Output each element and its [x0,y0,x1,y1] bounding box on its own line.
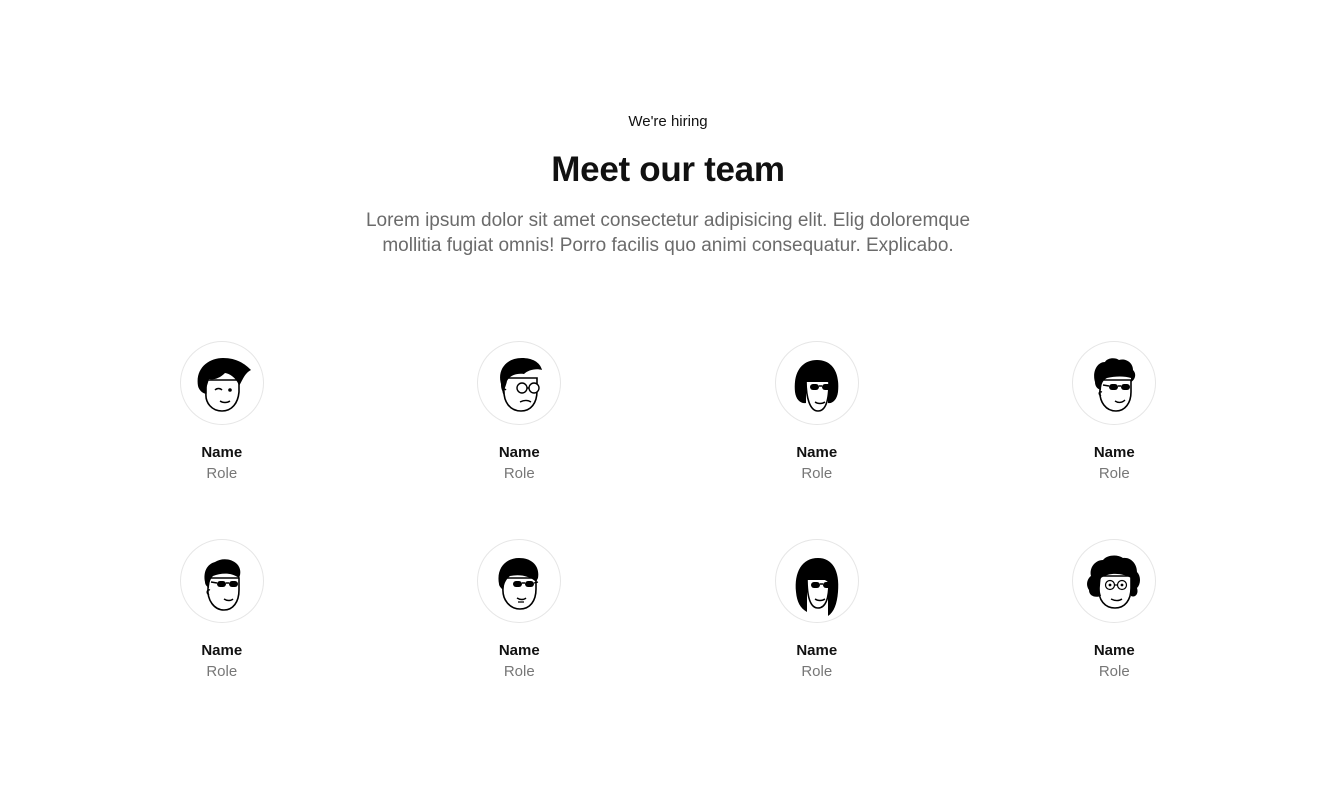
member-name: Name [201,444,243,461]
member-name: Name [498,642,540,659]
member-role: Role [503,465,535,482]
team-member: Name Role [371,539,669,737]
member-role: Role [801,465,833,482]
team-member: Name Role [966,341,1264,539]
team-member: Name Role [668,341,966,539]
member-role: Role [206,465,238,482]
team-member: Name Role [371,341,669,539]
avatar [477,539,562,623]
team-member: Name Role [966,539,1264,737]
member-name: Name [796,444,838,461]
avatar-wavy-hair-icon [197,358,251,412]
avatar-curly-glasses-icon [1087,555,1141,609]
member-role: Role [1098,663,1130,680]
avatar [179,539,264,623]
avatar-long-hair-sunglasses-icon [795,558,839,616]
team-grid: Name Role Name Role Name Role Name Role … [73,341,1263,737]
member-role: Role [1098,465,1130,482]
member-role: Role [801,663,833,680]
avatar [1072,539,1157,623]
avatar [774,539,859,623]
member-role: Role [503,663,535,680]
avatar [1072,341,1157,425]
member-role: Role [206,663,238,680]
member-name: Name [498,444,540,461]
avatar-curly-sunglasses-icon [1094,358,1136,412]
member-name: Name [796,642,838,659]
avatar-quiff-sunglasses-icon [204,559,241,611]
avatar [179,341,264,425]
member-name: Name [1093,444,1135,461]
team-member: Name Role [73,539,371,737]
avatar [477,341,562,425]
avatar-bob-sunglasses-icon [794,360,839,412]
member-name: Name [1093,642,1135,659]
member-name: Name [201,642,243,659]
page-title: Meet our team [551,150,785,189]
avatar-round-glasses-icon [500,358,543,412]
page-subtitle: Lorem ipsum dolor sit amet consectetur a… [365,210,971,256]
avatar [774,341,859,425]
team-member: Name Role [73,341,371,539]
team-member: Name Role [668,539,966,737]
avatar-bowl-sunglasses-icon [498,558,539,610]
hiring-eyebrow: We're hiring [628,113,708,130]
